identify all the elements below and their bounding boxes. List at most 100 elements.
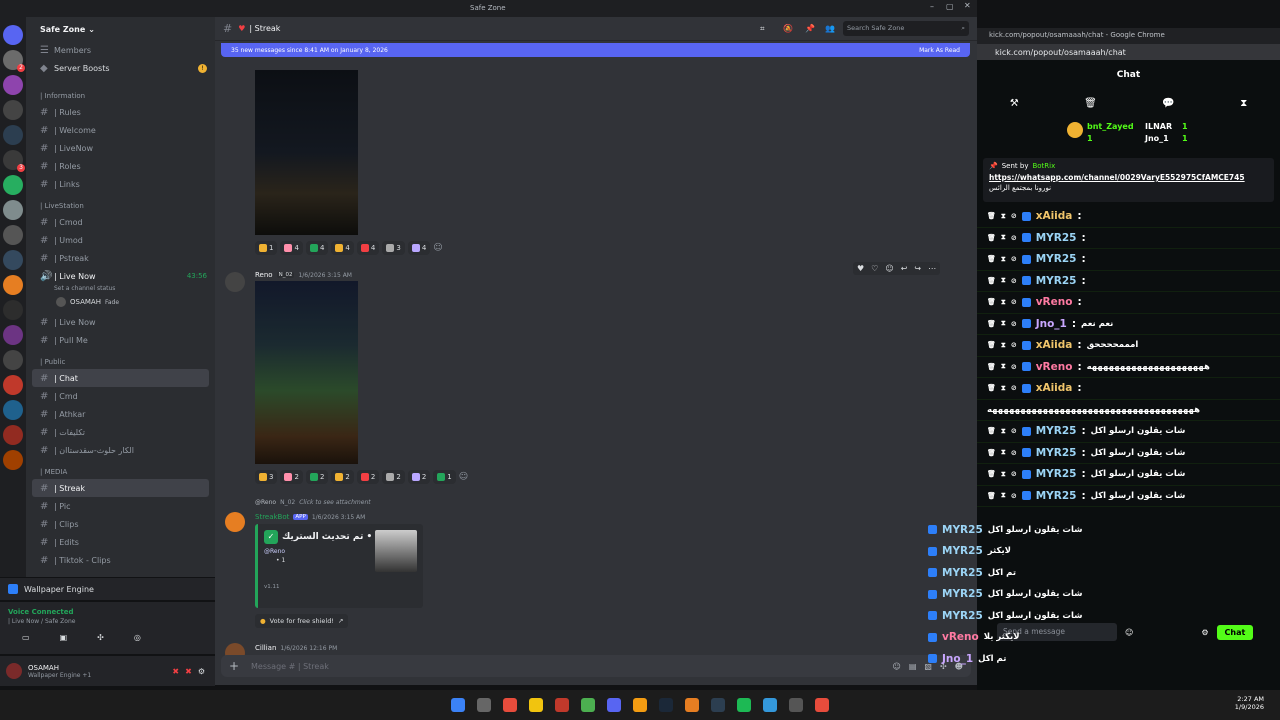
channel-item[interactable]: # | الكار حلوث-سقدستاان — [26, 441, 215, 459]
reaction[interactable]: 2 — [280, 470, 303, 484]
category-information[interactable]: | Information — [26, 89, 215, 103]
close-icon[interactable]: ✕ — [964, 1, 971, 10]
reaction[interactable]: 4 — [305, 241, 329, 255]
chat-message[interactable]: 🗑 ⧗ ⊘ xAiida: — [977, 206, 1280, 228]
threads-icon[interactable]: ⌗ — [760, 24, 765, 34]
server-icon[interactable] — [3, 200, 23, 220]
chat-username[interactable]: vReno — [1036, 361, 1073, 373]
server-icon[interactable] — [3, 275, 23, 295]
chat-message[interactable]: 🗑 ⧗ ⊘ vReno: — [977, 292, 1280, 314]
timeout-icon[interactable]: ⧗ — [1001, 384, 1006, 393]
app-icon[interactable] — [711, 698, 725, 712]
chat-message[interactable]: 🗑 ⧗ ⊘ MYR25: شات يقلون ارسلو اكل — [977, 421, 1280, 443]
trash-icon[interactable]: 🗑 — [987, 384, 996, 392]
camera-icon[interactable]: ▭ — [22, 633, 30, 642]
pinned-link[interactable]: https://whatsapp.com/channel/0029VaryE55… — [989, 173, 1268, 182]
timeout-icon[interactable]: ⧗ — [1001, 233, 1006, 242]
chat-message[interactable]: 🗑 ⧗ ⊘ MYR25: — [977, 271, 1280, 292]
chat-username[interactable]: Jno_1 — [1036, 318, 1067, 330]
search-input[interactable]: Search Safe Zone ⌕ — [843, 21, 969, 36]
avatar[interactable] — [225, 512, 245, 532]
channel-item[interactable]: # | Welcome — [26, 121, 215, 139]
ban-icon[interactable]: ⊘ — [1011, 492, 1017, 500]
reaction[interactable]: 2 — [356, 470, 380, 484]
member-list-icon[interactable]: 👥 — [825, 24, 835, 33]
channel-item[interactable]: # | Edits — [26, 533, 215, 551]
members-link[interactable]: ☰ Members — [26, 41, 215, 59]
channel-item[interactable]: # | Cmd — [26, 387, 215, 405]
app-icon[interactable] — [685, 698, 699, 712]
server-icon[interactable] — [3, 125, 23, 145]
chat-username[interactable]: vReno — [1036, 296, 1073, 308]
reaction[interactable]: 3 — [382, 241, 405, 255]
mark-as-read-button[interactable]: Mark As Read — [919, 47, 960, 54]
trash-icon[interactable]: 🗑 — [987, 341, 996, 349]
server-header[interactable]: Safe Zone ⌄ — [26, 17, 215, 41]
send-chat-button[interactable]: Chat — [1216, 624, 1254, 640]
voice-channel-live-now[interactable]: 🔊 | Live Now 43:56 — [26, 267, 215, 285]
hammer-icon[interactable]: ⚒ — [1010, 98, 1019, 109]
ban-icon[interactable]: ⊘ — [1011, 298, 1017, 306]
trash-icon[interactable]: 🗑 — [987, 427, 996, 435]
trash-icon[interactable]: 🗑 — [987, 363, 996, 371]
category-media[interactable]: | MEDIA — [26, 465, 215, 479]
chat-username[interactable]: xAiida — [1036, 382, 1073, 394]
discord-icon[interactable] — [607, 698, 621, 712]
message-author[interactable]: StreakBot — [255, 513, 289, 521]
reaction[interactable]: 3 — [255, 470, 278, 484]
chat-message[interactable]: 🗑 ⧗ ⊘ xAiida: — [977, 378, 1280, 400]
chat-username[interactable]: MYR25 — [1036, 425, 1077, 437]
attachment-image[interactable] — [255, 70, 358, 235]
reaction[interactable]: 1 — [433, 470, 456, 484]
ban-icon[interactable]: ⊘ — [1011, 320, 1017, 328]
start-icon[interactable] — [451, 698, 465, 712]
trash-icon[interactable]: 🗑 — [987, 255, 996, 263]
server-icon[interactable] — [3, 25, 23, 45]
ban-icon[interactable]: ⊘ — [1011, 427, 1017, 435]
chat-username[interactable]: MYR25 — [1036, 275, 1077, 287]
reaction[interactable]: 4 — [407, 241, 431, 255]
chat-message[interactable]: 🗑 ⧗ ⊘ MYR25: شات يقلون ارسلو اكل — [977, 443, 1280, 464]
emoji-icon[interactable]: ☺ — [885, 264, 893, 273]
message-input[interactable]: + Message # | Streak ☺ ▤ ▧ ✣ ☻ — [221, 655, 971, 677]
category-livestation[interactable]: | LiveStation — [26, 199, 215, 213]
timeout-icon[interactable]: ⧗ — [1001, 319, 1006, 328]
server-icon[interactable] — [3, 400, 23, 420]
channel-item[interactable]: # | Roles — [26, 157, 215, 175]
ban-icon[interactable]: ⊘ — [1011, 363, 1017, 371]
chat-username[interactable]: MYR25 — [1036, 232, 1077, 244]
add-reaction-icon[interactable]: ☺ — [433, 243, 442, 253]
reaction[interactable]: 1 — [255, 241, 278, 255]
attachment-image[interactable] — [255, 281, 358, 464]
chat-message[interactable]: 🗑 ⧗ ⊘ MYR25: شات يقلون ارسلو اكل — [977, 486, 1280, 507]
message-author[interactable]: Reno — [255, 271, 273, 279]
reaction[interactable]: 2 — [382, 470, 405, 484]
activity-icon[interactable]: ✣ — [97, 633, 104, 642]
vote-button[interactable]: ● Vote for free shield! ↗ — [255, 614, 349, 628]
trash-icon[interactable]: 🗑 — [1084, 98, 1097, 109]
ban-icon[interactable]: ⊘ — [1011, 255, 1017, 263]
chat-bubble-icon[interactable]: 💬 — [1162, 98, 1174, 109]
screen-share-icon[interactable]: ▣ — [60, 633, 68, 642]
ban-icon[interactable]: ⊘ — [1011, 449, 1017, 457]
voice-connected-label[interactable]: Voice Connected — [8, 608, 207, 616]
chat-message[interactable]: 🗑 ⧗ ⊘ MYR25: شات يقلون ارسلو اكل — [977, 464, 1280, 486]
channel-item[interactable]: # | Umod — [26, 231, 215, 249]
timeout-icon[interactable]: ⧗ — [1001, 362, 1006, 371]
app-icon[interactable] — [789, 698, 803, 712]
server-icon[interactable] — [3, 450, 23, 470]
ban-icon[interactable]: ⊘ — [1011, 384, 1017, 392]
reply-reference[interactable]: @Reno N_02 Click to see attachment — [255, 499, 371, 506]
add-attachment-icon[interactable]: + — [229, 659, 239, 673]
server-icon[interactable] — [3, 325, 23, 345]
channel-item[interactable]: # | LiveNow — [26, 139, 215, 157]
settings-icon[interactable]: ⚙ — [198, 667, 205, 676]
trash-icon[interactable]: 🗑 — [987, 277, 996, 285]
trash-icon[interactable]: 🗑 — [987, 298, 996, 306]
channel-item[interactable]: # | Chat — [32, 369, 209, 387]
timeout-icon[interactable]: ⧗ — [1001, 341, 1006, 350]
timeout-icon[interactable]: ⧗ — [1001, 255, 1006, 264]
reaction[interactable]: 2 — [331, 470, 354, 484]
steam-icon[interactable] — [659, 698, 673, 712]
avatar[interactable] — [6, 663, 22, 679]
